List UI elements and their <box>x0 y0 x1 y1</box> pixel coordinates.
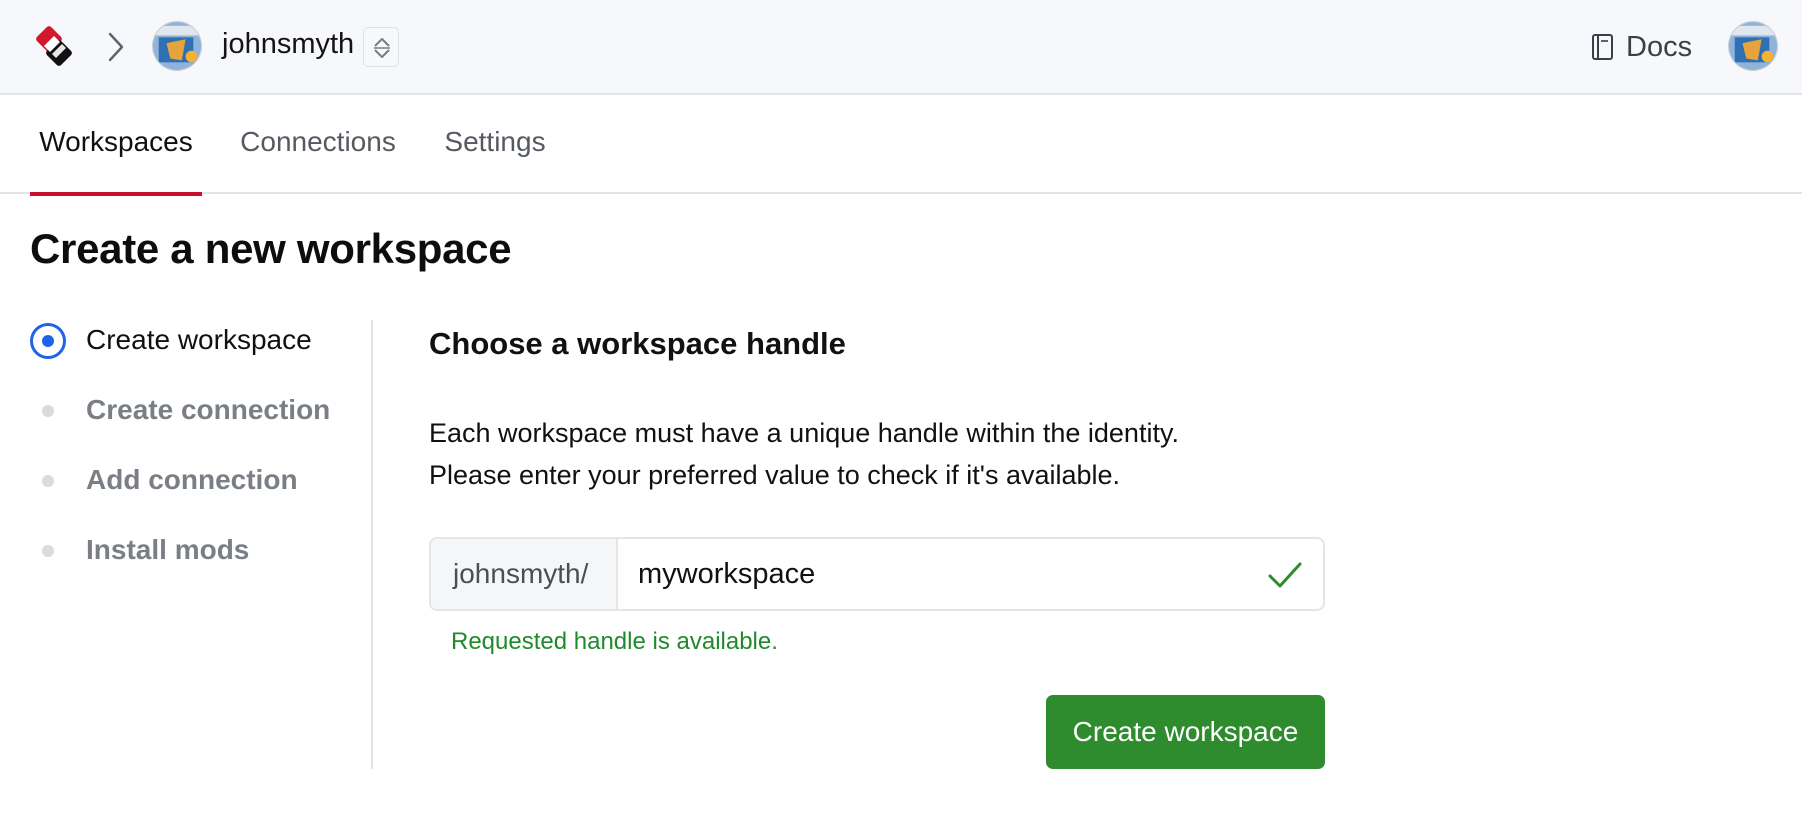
step-current-icon <box>30 323 66 359</box>
docs-label: Docs <box>1626 30 1693 63</box>
step-create-connection: Create connection <box>30 390 370 430</box>
form-description: Each workspace must have a unique handle… <box>429 412 1329 496</box>
handle-prefix: johnsmyth/ <box>431 539 618 609</box>
tab-bar: Workspaces Connections Settings <box>0 95 1802 196</box>
create-workspace-button[interactable]: Create workspace <box>1046 695 1325 769</box>
section-title: Choose a workspace handle <box>429 326 846 361</box>
identity-name[interactable]: johnsmyth <box>222 27 354 61</box>
description-line: Please enter your preferred value to che… <box>429 460 1121 490</box>
description-line: Each workspace must have a unique handle… <box>429 418 1179 448</box>
step-label: Install mods <box>86 534 250 565</box>
top-bar: johnsmyth Docs <box>0 0 1802 95</box>
identity-avatar[interactable] <box>152 21 202 71</box>
chevron-up-down-icon <box>374 38 390 58</box>
identity-switcher-button[interactable] <box>363 27 399 67</box>
avatar-icon <box>1729 22 1777 70</box>
avatar-icon <box>153 22 201 70</box>
step-pending-dot-icon <box>42 545 54 557</box>
step-pending-dot-icon <box>42 475 54 487</box>
page-title: Create a new workspace <box>30 225 512 272</box>
docs-link[interactable]: Docs <box>1590 29 1692 65</box>
step-add-connection: Add connection <box>30 460 370 500</box>
workspace-handle-input[interactable] <box>618 539 1323 609</box>
tab-connections[interactable]: Connections <box>230 95 406 194</box>
step-label: Add connection <box>86 464 298 495</box>
handle-input-group: johnsmyth/ <box>429 537 1325 611</box>
step-create-workspace: Create workspace <box>30 320 370 360</box>
check-icon <box>1268 562 1302 588</box>
chevron-right-icon <box>108 32 124 62</box>
tab-settings[interactable]: Settings <box>436 95 554 194</box>
step-install-mods: Install mods <box>30 530 370 570</box>
app-logo-icon[interactable] <box>30 24 78 72</box>
vertical-divider <box>371 320 373 769</box>
step-label: Create workspace <box>86 324 312 355</box>
tab-workspaces[interactable]: Workspaces <box>30 95 202 196</box>
handle-availability-message: Requested handle is available. <box>451 628 778 655</box>
step-label: Create connection <box>86 394 331 425</box>
step-pending-dot-icon <box>42 405 54 417</box>
book-icon <box>1592 34 1613 60</box>
user-avatar[interactable] <box>1728 21 1778 71</box>
